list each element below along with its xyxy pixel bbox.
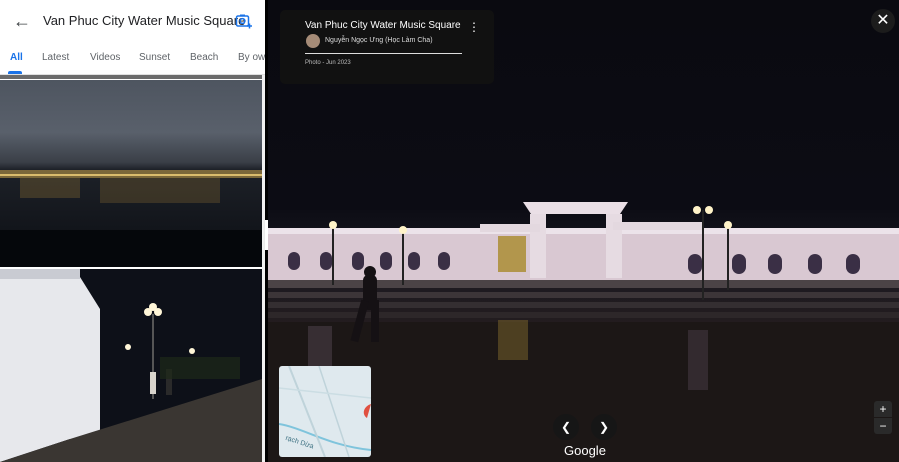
tab-all[interactable]: All xyxy=(10,52,23,63)
photos-side-panel: ← Van Phuc City Water Music Square All L… xyxy=(0,0,265,462)
tab-latest[interactable]: Latest xyxy=(42,52,69,63)
author-avatar[interactable] xyxy=(306,34,320,48)
viewer-place-title[interactable]: Van Phuc City Water Music Square xyxy=(305,20,461,31)
panel-scrollbar[interactable] xyxy=(262,75,265,462)
tab-sunset[interactable]: Sunset xyxy=(139,52,170,63)
minimap[interactable]: rạch Dừa xyxy=(279,366,371,457)
photo-filter-tabs: All Latest Videos Sunset Beach By own xyxy=(0,42,265,75)
add-photo-icon[interactable] xyxy=(235,12,253,30)
panel-header: ← Van Phuc City Water Music Square xyxy=(0,0,265,42)
google-logo: Google xyxy=(564,443,606,458)
photo-thumbnail[interactable] xyxy=(0,80,262,267)
minimap-river-label: rạch Dừa xyxy=(284,435,314,451)
tab-by-owner[interactable]: By own xyxy=(238,52,265,63)
photo-date: Photo - Jun 2023 xyxy=(305,60,351,66)
place-title: Van Phuc City Water Music Square xyxy=(43,13,246,28)
minimap-roads: rạch Dừa xyxy=(279,366,371,457)
back-arrow-icon[interactable]: ← xyxy=(12,11,32,31)
tab-beach[interactable]: Beach xyxy=(190,52,218,63)
tab-videos[interactable]: Videos xyxy=(90,52,120,63)
close-icon[interactable]: ✕ xyxy=(871,9,895,33)
photo-info-card: Van Phuc City Water Music Square ⋮ Nguyễ… xyxy=(280,10,494,84)
previous-photo-button[interactable]: ❮ xyxy=(553,414,579,440)
night-lake-photo xyxy=(0,170,262,267)
zoom-in-button[interactable]: + xyxy=(874,401,892,417)
author-name[interactable]: Nguyễn Ngọc Ưng (Học Làm Cha) xyxy=(325,37,433,44)
next-photo-button[interactable]: ❯ xyxy=(591,414,617,440)
promenade-night-photo xyxy=(0,269,262,462)
zoom-out-button[interactable]: − xyxy=(874,418,892,434)
photo-thumbnail[interactable] xyxy=(0,75,262,79)
photo-thumbnail[interactable] xyxy=(0,269,262,462)
active-tab-indicator xyxy=(8,71,22,74)
more-options-icon[interactable]: ⋮ xyxy=(468,19,480,35)
info-divider xyxy=(305,53,462,54)
